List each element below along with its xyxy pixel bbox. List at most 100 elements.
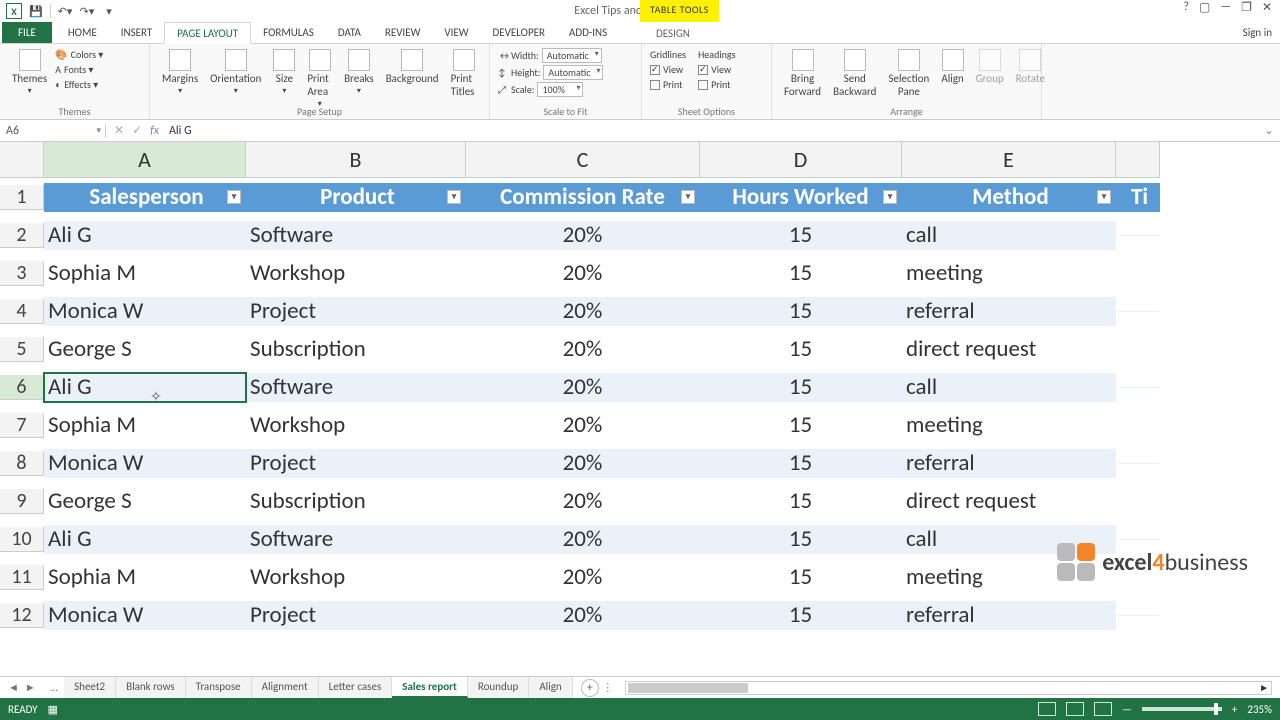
view-normal-icon[interactable] bbox=[1038, 702, 1056, 716]
row-header-12[interactable]: 12 bbox=[0, 603, 44, 628]
table-cell[interactable]: 15 bbox=[700, 411, 902, 440]
table-cell[interactable]: 20% bbox=[466, 297, 700, 326]
tab-home[interactable]: HOME bbox=[56, 22, 109, 43]
table-cell[interactable]: 20% bbox=[466, 373, 700, 402]
headings-print-check[interactable] bbox=[698, 80, 708, 90]
table-cell[interactable]: Monica W bbox=[44, 449, 246, 478]
table-cell[interactable]: Subscription bbox=[246, 487, 466, 516]
table-cell[interactable]: meeting bbox=[902, 259, 1116, 288]
filter-icon[interactable]: ▾ bbox=[681, 190, 695, 204]
table-cell[interactable]: 15 bbox=[700, 449, 902, 478]
row-header-6[interactable]: 6 bbox=[0, 375, 44, 400]
expand-formula-bar-icon[interactable]: ⌄ bbox=[1258, 123, 1280, 138]
headings-view-check[interactable] bbox=[698, 65, 708, 75]
table-cell[interactable]: Software bbox=[246, 525, 466, 554]
table-cell[interactable]: Ali G bbox=[44, 221, 246, 250]
table-cell[interactable] bbox=[1116, 387, 1160, 388]
row-header-8[interactable]: 8 bbox=[0, 451, 44, 476]
theme-effects[interactable]: ◐ Effects ▾ bbox=[55, 78, 103, 91]
formula-bar-input[interactable]: Ali G bbox=[165, 124, 1258, 138]
sheet-tab-blank-rows[interactable]: Blank rows bbox=[116, 677, 186, 698]
table-cell[interactable]: 20% bbox=[466, 563, 700, 592]
table-cell[interactable]: referral bbox=[902, 601, 1116, 630]
help-icon[interactable]: ? bbox=[1183, 0, 1189, 15]
table-cell[interactable]: 15 bbox=[700, 601, 902, 630]
table-cell[interactable]: meeting bbox=[902, 411, 1116, 440]
table-cell[interactable]: 15 bbox=[700, 221, 902, 250]
send-backward-button[interactable]: Send Backward bbox=[829, 47, 880, 100]
zoom-slider[interactable] bbox=[1142, 707, 1222, 711]
filter-icon[interactable]: ▾ bbox=[883, 190, 897, 204]
scale-width-combo[interactable]: Automatic bbox=[542, 48, 602, 63]
sheet-tab-transpose[interactable]: Transpose bbox=[186, 677, 252, 698]
themes-button[interactable]: Themes▾ bbox=[8, 47, 51, 98]
table-cell[interactable]: Monica W bbox=[44, 297, 246, 326]
restore-icon[interactable]: ❐ bbox=[1241, 0, 1252, 15]
table-cell[interactable]: Workshop bbox=[246, 411, 466, 440]
table-cell[interactable]: Ali G bbox=[44, 525, 246, 554]
table-cell[interactable]: Software bbox=[246, 373, 466, 402]
tab-data[interactable]: DATA bbox=[326, 22, 373, 43]
scale-percent-spinner[interactable]: 100% bbox=[537, 82, 583, 97]
table-cell[interactable]: Subscription bbox=[246, 335, 466, 364]
breaks-button[interactable]: Breaks▾ bbox=[340, 47, 378, 111]
selection-pane-button[interactable]: Selection Pane bbox=[884, 47, 933, 100]
table-cell[interactable]: call bbox=[902, 373, 1116, 402]
table-header-product[interactable]: Product▾ bbox=[246, 183, 466, 212]
table-cell[interactable]: 15 bbox=[700, 259, 902, 288]
table-cell[interactable]: Project bbox=[246, 297, 466, 326]
table-cell[interactable] bbox=[1116, 349, 1160, 350]
sheet-tab-sales-report[interactable]: Sales report bbox=[392, 677, 468, 698]
row-header-3[interactable]: 3 bbox=[0, 261, 44, 286]
background-button[interactable]: Background bbox=[382, 47, 443, 111]
zoom-out-button[interactable]: — bbox=[1122, 703, 1132, 716]
theme-colors[interactable]: 🎨 Colors ▾ bbox=[55, 48, 103, 61]
table-cell[interactable]: Workshop bbox=[246, 259, 466, 288]
table-cell[interactable] bbox=[1116, 311, 1160, 312]
table-cell[interactable]: Monica W bbox=[44, 601, 246, 630]
sheet-tab-sheet2[interactable]: Sheet2 bbox=[64, 677, 116, 698]
table-cell[interactable]: 15 bbox=[700, 335, 902, 364]
ribbon-display-icon[interactable]: ▢ bbox=[1199, 0, 1210, 15]
name-box[interactable]: A6 bbox=[0, 124, 106, 138]
minimize-icon[interactable]: — bbox=[1220, 0, 1231, 15]
tab-developer[interactable]: DEVELOPER bbox=[481, 22, 557, 43]
orientation-button[interactable]: Orientation▾ bbox=[206, 47, 265, 111]
table-cell[interactable] bbox=[1116, 463, 1160, 464]
table-cell[interactable]: Sophia M bbox=[44, 411, 246, 440]
sheet-tab-alignment[interactable]: Alignment bbox=[252, 677, 319, 698]
view-page-layout-icon[interactable] bbox=[1066, 702, 1084, 716]
size-button[interactable]: Size▾ bbox=[269, 47, 299, 111]
table-cell[interactable]: Software bbox=[246, 221, 466, 250]
tab-file[interactable]: FILE bbox=[2, 22, 52, 43]
fx-icon[interactable]: fx bbox=[150, 124, 165, 138]
horizontal-scrollbar[interactable]: ◄ ► bbox=[625, 681, 1272, 695]
table-cell[interactable]: George S bbox=[44, 487, 246, 516]
row-header-10[interactable]: 10 bbox=[0, 527, 44, 552]
table-cell[interactable] bbox=[1116, 539, 1160, 540]
table-cell[interactable]: 20% bbox=[466, 221, 700, 250]
table-header-partial[interactable]: Ti bbox=[1116, 183, 1160, 212]
table-cell[interactable]: 20% bbox=[466, 411, 700, 440]
table-cell[interactable]: referral bbox=[902, 297, 1116, 326]
zoom-in-button[interactable]: + bbox=[1232, 703, 1237, 716]
row-header-1[interactable]: 1 bbox=[0, 185, 44, 210]
select-all-corner[interactable] bbox=[0, 142, 44, 178]
table-cell[interactable]: 20% bbox=[466, 525, 700, 554]
sign-in-link[interactable]: Sign in bbox=[1243, 26, 1272, 39]
sheet-tab-roundup[interactable]: Roundup bbox=[468, 677, 529, 698]
scale-height-combo[interactable]: Automatic bbox=[543, 65, 603, 80]
sheet-overflow[interactable]: ... bbox=[44, 681, 64, 694]
table-cell[interactable]: 15 bbox=[700, 297, 902, 326]
table-cell[interactable] bbox=[1116, 425, 1160, 426]
new-sheet-button[interactable]: + bbox=[581, 679, 599, 697]
row-header-2[interactable]: 2 bbox=[0, 223, 44, 248]
col-header-D[interactable]: D bbox=[700, 142, 902, 178]
zoom-level[interactable]: 235% bbox=[1247, 703, 1272, 716]
table-cell[interactable]: 20% bbox=[466, 487, 700, 516]
gridlines-print-check[interactable] bbox=[650, 80, 660, 90]
tab-formulas[interactable]: FORMULAS bbox=[251, 22, 326, 43]
table-cell[interactable]: Project bbox=[246, 601, 466, 630]
table-cell[interactable]: Sophia M bbox=[44, 259, 246, 288]
row-header-9[interactable]: 9 bbox=[0, 489, 44, 514]
